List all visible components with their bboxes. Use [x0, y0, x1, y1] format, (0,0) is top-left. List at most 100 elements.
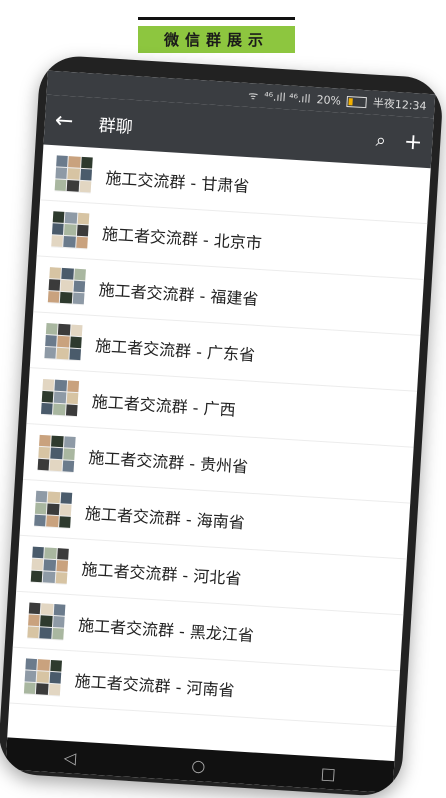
phone-mockup: ᯤ ⁴⁶.ıll ⁴⁶.ıll 20% 半夜12:34 ← 群聊 ⌕ + 施工交…	[0, 54, 445, 798]
avatar-tile	[27, 626, 40, 639]
avatar-tile	[59, 504, 72, 517]
nav-home-icon[interactable]: ○	[191, 755, 206, 775]
avatar-tile	[72, 292, 85, 305]
group-avatar	[47, 266, 86, 305]
avatar-tile	[80, 168, 93, 181]
avatar-tile	[75, 236, 88, 249]
avatar-tile	[67, 167, 80, 180]
avatar-tile	[55, 167, 68, 180]
avatar-tile	[35, 490, 48, 503]
avatar-tile	[65, 211, 78, 224]
avatar-tile	[40, 615, 53, 628]
avatar-tile	[55, 572, 68, 585]
avatar-tile	[36, 683, 49, 696]
banner-title: 微信群展示	[138, 26, 295, 53]
avatar-tile	[54, 179, 67, 192]
avatar-tile	[58, 516, 71, 529]
avatar-tile	[60, 292, 73, 305]
avatar-tile	[51, 628, 64, 641]
avatar-tile	[79, 180, 92, 193]
avatar-tile	[54, 391, 67, 404]
avatar-tile	[47, 503, 60, 516]
group-list: 施工交流群 - 甘肃省 施工者交流群 - 北京市 施工者交流群 - 福建省 施工…	[9, 144, 431, 728]
avatar-tile	[70, 324, 83, 337]
avatar-tile	[56, 547, 69, 560]
wifi-icon: ᯤ	[247, 88, 259, 103]
avatar-tile	[25, 657, 38, 670]
avatar-tile	[49, 671, 62, 684]
avatar-tile	[34, 514, 47, 527]
nav-recent-icon[interactable]: □	[320, 763, 336, 783]
avatar-tile	[64, 223, 77, 236]
battery-percent: 20%	[316, 92, 342, 108]
group-avatar	[37, 434, 76, 473]
avatar-tile	[49, 266, 62, 279]
avatar-tile	[32, 546, 45, 559]
status-time: 半夜12:34	[372, 96, 427, 113]
avatar-tile	[68, 155, 81, 168]
avatar-tile	[56, 347, 69, 360]
avatar-tile	[58, 323, 71, 336]
avatar-tile	[49, 459, 62, 472]
group-name: 施工者交流群 - 黑龙江省	[77, 615, 255, 645]
avatar-tile	[63, 236, 76, 249]
avatar-tile	[39, 434, 52, 447]
avatar-tile	[47, 291, 60, 304]
search-icon[interactable]: ⌕	[375, 129, 386, 151]
group-avatar	[40, 378, 80, 417]
avatar-tile	[76, 224, 89, 237]
group-avatar	[51, 210, 90, 249]
avatar-tile	[46, 515, 59, 528]
avatar-tile	[51, 223, 64, 236]
avatar-tile	[47, 490, 60, 503]
nav-back-icon[interactable]: ◁	[63, 747, 76, 767]
avatar-tile	[24, 670, 37, 683]
avatar-tile	[36, 670, 49, 683]
avatar-tile	[42, 378, 55, 391]
avatar-tile	[77, 212, 90, 225]
back-arrow-icon[interactable]: ←	[54, 108, 89, 135]
avatar-tile	[54, 379, 67, 392]
avatar-tile	[63, 435, 76, 448]
avatar-tile	[67, 379, 80, 392]
avatar-tile	[28, 602, 41, 615]
avatar-tile	[60, 491, 73, 504]
avatar-tile	[38, 446, 51, 459]
add-icon[interactable]: +	[403, 129, 423, 155]
avatar-tile	[30, 570, 43, 583]
avatar-tile	[49, 659, 62, 672]
group-name: 施工者交流群 - 河北省	[81, 559, 242, 588]
battery-icon	[346, 95, 368, 108]
avatar-tile	[73, 280, 86, 293]
group-name: 施工者交流群 - 海南省	[84, 503, 246, 532]
avatar-tile	[69, 348, 81, 361]
avatar-tile	[48, 684, 61, 697]
avatar-tile	[65, 404, 78, 417]
avatar-tile	[57, 335, 70, 348]
avatar-tile	[40, 403, 53, 416]
android-nav-bar: ◁ ○ □	[5, 737, 395, 794]
group-name: 施工者交流群 - 广东省	[94, 335, 256, 365]
avatar-tile	[43, 559, 56, 572]
avatar-tile	[44, 347, 57, 360]
avatar-tile	[51, 435, 64, 448]
group-name: 施工者交流群 - 福建省	[98, 279, 259, 309]
avatar-tile	[45, 334, 58, 347]
avatar-tile	[53, 603, 66, 616]
group-name: 施工者交流群 - 贵州省	[87, 447, 249, 477]
avatar-tile	[53, 403, 66, 416]
page-title: 群聊	[98, 115, 134, 138]
avatar-tile	[37, 658, 50, 671]
group-avatar	[34, 490, 73, 529]
avatar-tile	[23, 682, 36, 695]
phone-frame: ᯤ ⁴⁶.ıll ⁴⁶.ıll 20% 半夜12:34 ← 群聊 ⌕ + 施工交…	[0, 54, 445, 798]
avatar-tile	[52, 615, 65, 628]
group-name: 施工交流群 - 甘肃省	[104, 167, 250, 196]
avatar-tile	[66, 180, 79, 193]
avatar-tile	[39, 627, 52, 640]
avatar-tile	[56, 559, 69, 572]
group-name: 施工者交流群 - 广西	[91, 391, 237, 420]
avatar-tile	[66, 392, 79, 405]
avatar-tile	[61, 267, 74, 280]
avatar-tile	[69, 336, 82, 349]
